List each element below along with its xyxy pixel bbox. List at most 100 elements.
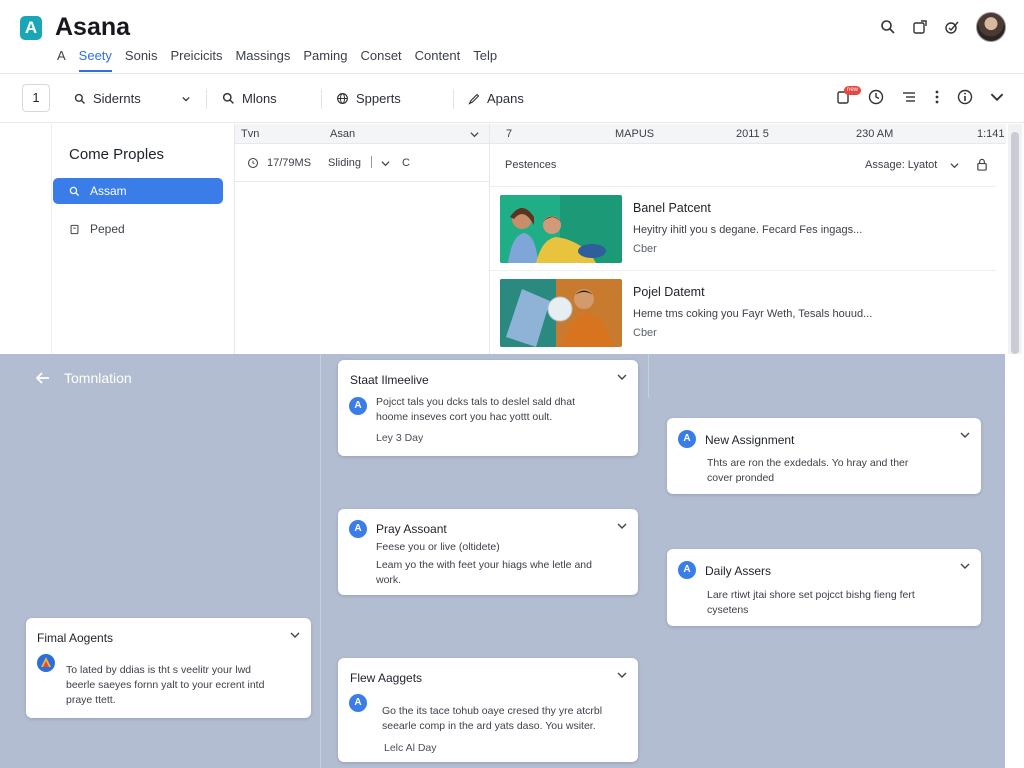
clock-icon[interactable]	[868, 89, 884, 105]
user-avatar[interactable]	[976, 12, 1006, 42]
people-photo-image	[500, 195, 622, 263]
tab-content[interactable]: Content	[415, 48, 461, 72]
tab-telp[interactable]: Telp	[473, 48, 497, 72]
asana-avatar-icon: A	[349, 520, 367, 538]
feed-panel: 7 MAPUS 2011 5 230 AM 1:141 Pestences As…	[490, 124, 1006, 354]
board-title: Tomnlation	[64, 370, 132, 386]
column-header: 7	[506, 128, 513, 140]
column-header: 1:141	[977, 128, 1005, 140]
sidebar-item-assam[interactable]: Assam	[53, 178, 223, 204]
task-card[interactable]: Flew Aaggets A Go the its tace tohub oay…	[338, 658, 638, 762]
tab-sonis[interactable]: Sonis	[125, 48, 158, 72]
sidebar-item-label: Peped	[90, 222, 125, 236]
notifications-button[interactable]: new	[835, 86, 862, 105]
feed-item[interactable]: Banel Patcent Heyitry ihitl you s degane…	[490, 186, 996, 270]
tab-paming[interactable]: Paming	[303, 48, 347, 72]
sidernts-dropdown[interactable]: Sidernts	[74, 91, 190, 106]
lock-icon[interactable]	[976, 158, 988, 171]
item-count-box[interactable]: 1	[22, 84, 50, 112]
task-time: 17/79MS	[267, 157, 312, 169]
task-check-icon[interactable]	[944, 19, 960, 35]
card-text-line: seearle comp in the ard yats daso. You w…	[382, 720, 596, 732]
list-icon[interactable]	[901, 89, 917, 105]
task-row[interactable]: 17/79MS Sliding C	[235, 144, 489, 182]
chevron-down-icon[interactable]	[960, 561, 970, 571]
chevron-down-icon[interactable]	[617, 372, 627, 382]
chevron-down-icon[interactable]	[960, 430, 970, 440]
tab-massings[interactable]: Massings	[235, 48, 290, 72]
globe-icon	[337, 93, 348, 104]
mlons-button[interactable]: Mlons	[222, 91, 277, 106]
arrow-left-icon	[36, 372, 49, 384]
chevron-down-icon[interactable]	[617, 670, 627, 680]
card-text-line: work.	[376, 574, 402, 586]
card-text-line: cysetens	[707, 604, 749, 616]
sidebar-title: Come Proples	[69, 146, 165, 163]
tab-a[interactable]: A	[57, 48, 66, 72]
chevron-down-icon[interactable]	[617, 521, 627, 531]
column-header: Asan	[330, 128, 356, 140]
tab-preicicits[interactable]: Preicicits	[170, 48, 222, 72]
task-card[interactable]: Pray Assoant A Feese you or live (oltide…	[338, 509, 638, 595]
task-list-header: Tvn Asan	[235, 124, 489, 144]
nav-tabs: A Seety Sonis Preicicits Massings Paming…	[57, 48, 497, 72]
feed-photo	[500, 279, 622, 347]
feed-assignee-filter[interactable]: Assage: Lyatot	[865, 159, 937, 171]
task-card[interactable]: A New Assignment Thts are ron the exdeda…	[667, 418, 981, 494]
mlons-label: Mlons	[242, 91, 277, 106]
feed-scrollbar[interactable]	[1008, 124, 1022, 354]
card-description: Go the its tace tohub oaye cresed thy yr…	[382, 704, 602, 734]
task-list-panel: Tvn Asan 17/79MS Sliding C	[234, 124, 490, 354]
spperts-label: Spperts	[356, 91, 401, 106]
column-header: 2011 5	[736, 128, 769, 140]
search-icon	[222, 92, 234, 104]
card-title: Flew Aaggets	[350, 671, 423, 685]
card-description: Pojcct tals you dcks tals to deslel sald…	[376, 395, 575, 425]
feed-item-title: Banel Patcent	[633, 201, 711, 215]
asana-logo-icon[interactable]: A	[20, 16, 42, 40]
scrollbar-thumb[interactable]	[1011, 132, 1019, 354]
chevron-down-icon	[182, 96, 190, 101]
apans-button[interactable]: Apans	[468, 91, 524, 106]
sidebar-item-peped[interactable]: Peped	[53, 216, 223, 242]
toolbar-divider	[206, 89, 207, 109]
search-icon[interactable]	[880, 19, 896, 35]
notification-badge: new	[844, 86, 862, 95]
tab-seety[interactable]: Seety	[78, 48, 112, 72]
feed-item-description: Heyitry ihitl you s degane. Fecard Fes i…	[633, 224, 863, 236]
projects-sidebar: Come Proples Assam Peped	[51, 124, 234, 354]
card-text-line: hoome inseves cort you hac yottt oult.	[376, 411, 553, 423]
card-title: Daily Assers	[705, 564, 772, 578]
column-header: 230 AM	[856, 128, 894, 140]
card-description: To lated by ddias is tht s veelitr your …	[66, 663, 264, 708]
row-divider	[371, 156, 372, 168]
feed-section-label: Pestences	[505, 159, 557, 171]
task-card[interactable]: A Daily Assers Lare rtiwt jtai shore set…	[667, 549, 981, 626]
search-icon	[74, 93, 85, 104]
timeline-board: Tomnlation Staat Ilmeelive A Pojcct tals…	[0, 354, 1005, 768]
tab-conset[interactable]: Conset	[360, 48, 401, 72]
reading-photo-image	[500, 279, 622, 347]
feed-item[interactable]: Pojel Datemt Heme tms coking you Fayr We…	[490, 270, 996, 354]
task-card[interactable]: Staat Ilmeelive A Pojcct tals you dcks t…	[338, 360, 638, 456]
feed-item-meta: Cber	[633, 243, 657, 255]
asana-avatar-icon: A	[678, 430, 696, 448]
chevron-down-icon[interactable]	[381, 159, 390, 168]
chevron-down-icon[interactable]	[470, 130, 479, 139]
more-vertical-icon[interactable]	[934, 89, 940, 105]
chevron-down-icon[interactable]	[950, 161, 959, 170]
spperts-button[interactable]: Spperts	[336, 91, 401, 106]
task-card[interactable]: Fimal Aogents To lated by ddias is tht s…	[26, 618, 311, 718]
chevron-down-icon[interactable]	[990, 90, 1004, 104]
back-button[interactable]: Tomnlation	[36, 370, 132, 386]
inbox-icon[interactable]	[912, 19, 928, 35]
app-header: A Asana A Seety Sonis Preicicits Massing…	[0, 0, 1024, 74]
asana-avatar-icon: A	[349, 694, 367, 712]
toolbar-divider	[321, 89, 322, 109]
feed-subheader: Pestences Assage: Lyatot	[490, 144, 1006, 186]
card-text-line: cover pronded	[707, 472, 775, 484]
column-header: MAPUS	[615, 128, 655, 140]
info-icon[interactable]	[957, 89, 973, 105]
chevron-down-icon[interactable]	[290, 630, 300, 640]
toolbar: 1 Sidernts Mlons Spperts Apans new	[0, 75, 1024, 123]
